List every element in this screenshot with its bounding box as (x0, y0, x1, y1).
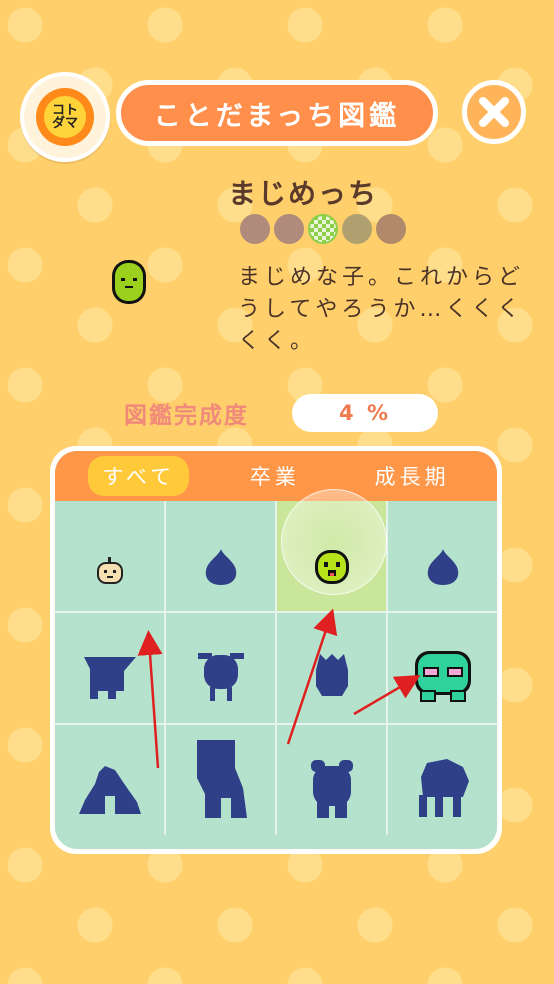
close-button[interactable] (462, 80, 526, 144)
completion-value: 4 % (292, 394, 438, 432)
blob-silhouette-icon (427, 549, 458, 585)
grid-cell-12[interactable] (388, 725, 497, 835)
character-description: まじめな子。これからどうしてやろうか…くくくくく。 (238, 265, 525, 354)
grid-cell-6[interactable] (166, 613, 275, 723)
majimetchi-icon (314, 550, 349, 584)
close-icon (479, 97, 509, 127)
logo-text: コト ダマ (44, 96, 86, 138)
frog-character-icon (414, 651, 471, 702)
tab-growth-stage[interactable]: 成長期 (361, 456, 464, 496)
grid-cell-1[interactable] (55, 501, 164, 611)
sun-icon (342, 214, 372, 244)
tall-silhouette-icon (196, 740, 247, 818)
completion-label: 図鑑完成度 (124, 403, 249, 429)
bear-silhouette-icon (310, 760, 353, 818)
majimetchi-sprite (104, 258, 154, 310)
cat-face-icon (274, 214, 304, 244)
checker-icon (308, 214, 338, 244)
character-name: まじめっち (228, 177, 379, 210)
filter-tabs: すべて 卒業 成長期 (55, 451, 497, 501)
logo-icon: コト ダマ (36, 88, 94, 146)
kotodama-logo-button[interactable]: コト ダマ (20, 72, 110, 162)
grid-cell-2[interactable] (166, 501, 275, 611)
grid-cell-4[interactable] (388, 501, 497, 611)
page-title: ことだまっち図鑑 (116, 80, 438, 146)
grid-cell-9[interactable] (55, 725, 164, 835)
grid-cell-11[interactable] (277, 725, 386, 835)
character-grid (55, 489, 497, 835)
grid-cell-5[interactable] (55, 613, 164, 723)
tab-graduated[interactable]: 卒業 (236, 456, 314, 496)
blob-silhouette-icon (205, 549, 236, 585)
tab-all[interactable]: すべて (88, 456, 190, 496)
walker-silhouette-icon (418, 759, 469, 817)
grid-cell-7[interactable] (277, 613, 386, 723)
oval-silhouette-icon (315, 654, 348, 696)
grid-cell-10[interactable] (166, 725, 275, 835)
crouch-silhouette-icon (78, 766, 141, 814)
baby-character-icon (96, 557, 123, 584)
moon-icon (376, 214, 406, 244)
beak-silhouette-icon (83, 657, 136, 699)
grid-cell-8[interactable] (388, 613, 497, 723)
status-icons-row (240, 214, 406, 244)
heart-icon (240, 214, 270, 244)
round-silhouette-icon (197, 653, 244, 701)
encyclopedia-panel: すべて 卒業 成長期 (50, 446, 502, 854)
grid-cell-3[interactable] (277, 489, 387, 611)
